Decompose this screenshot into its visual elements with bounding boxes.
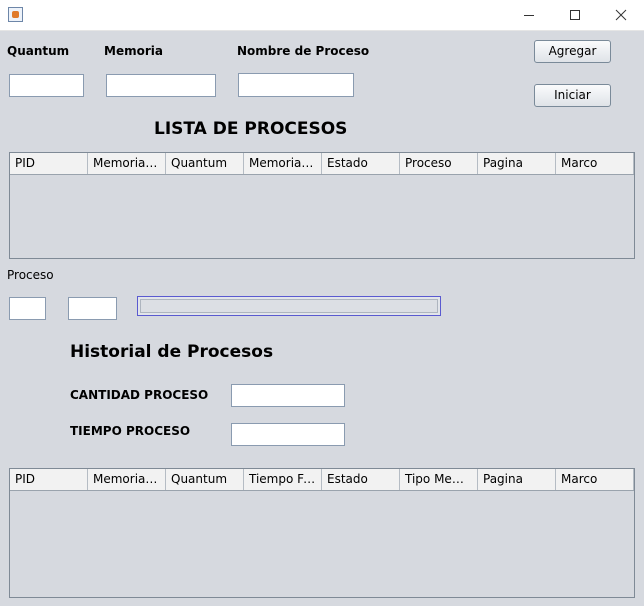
historial-procesos-title: Historial de Procesos	[70, 342, 274, 362]
minimize-button[interactable]	[506, 0, 552, 30]
cantidad-proceso-input[interactable]	[231, 384, 345, 407]
proceso-progress-bar	[137, 296, 441, 316]
memoria-label: Memoria	[104, 44, 163, 58]
table-header: PID Memoria ... Quantum Memoria ... Esta…	[10, 153, 634, 175]
proceso-field-1[interactable]	[9, 297, 46, 320]
nombre-proceso-label: Nombre de Proceso	[237, 44, 370, 58]
column-header[interactable]: Quantum	[166, 153, 244, 174]
table-header: PID Memoria T... Quantum Tiempo Fi... Es…	[10, 469, 634, 491]
minimize-icon	[524, 15, 534, 16]
column-header[interactable]: Pagina	[478, 469, 556, 490]
quantum-input[interactable]	[9, 74, 84, 97]
column-header[interactable]: Memoria ...	[244, 153, 322, 174]
column-header[interactable]: PID	[10, 469, 88, 490]
column-header[interactable]: Estado	[322, 469, 400, 490]
memoria-input[interactable]	[106, 74, 216, 97]
agregar-button[interactable]: Agregar	[534, 40, 611, 63]
column-header[interactable]: Pagina	[478, 153, 556, 174]
nombre-proceso-input[interactable]	[238, 73, 354, 97]
java-icon	[8, 7, 23, 22]
column-header[interactable]: Tiempo Fi...	[244, 469, 322, 490]
iniciar-button[interactable]: Iniciar	[534, 84, 611, 107]
title-bar	[0, 0, 644, 31]
column-header[interactable]: Estado	[322, 153, 400, 174]
column-header[interactable]: Tipo Mem...	[400, 469, 478, 490]
maximize-button[interactable]	[552, 0, 598, 30]
quantum-label: Quantum	[7, 44, 70, 58]
maximize-icon	[570, 10, 580, 20]
tiempo-proceso-label: TIEMPO PROCESO	[70, 424, 191, 438]
lista-procesos-title: LISTA DE PROCESOS	[154, 119, 348, 139]
close-button[interactable]	[598, 0, 644, 30]
column-header[interactable]: Marco	[556, 153, 634, 174]
tiempo-proceso-input[interactable]	[231, 423, 345, 446]
column-header[interactable]: Proceso	[400, 153, 478, 174]
close-icon	[615, 9, 627, 21]
column-header[interactable]: Memoria ...	[88, 153, 166, 174]
column-header[interactable]: Memoria T...	[88, 469, 166, 490]
proceso-label: Proceso	[7, 268, 54, 282]
column-header[interactable]: Quantum	[166, 469, 244, 490]
cantidad-proceso-label: CANTIDAD PROCESO	[70, 388, 209, 402]
column-header[interactable]: Marco	[556, 469, 634, 490]
lista-procesos-table[interactable]: PID Memoria ... Quantum Memoria ... Esta…	[9, 152, 635, 259]
column-header[interactable]: PID	[10, 153, 88, 174]
proceso-field-2[interactable]	[68, 297, 117, 320]
historial-procesos-table[interactable]: PID Memoria T... Quantum Tiempo Fi... Es…	[9, 468, 635, 598]
